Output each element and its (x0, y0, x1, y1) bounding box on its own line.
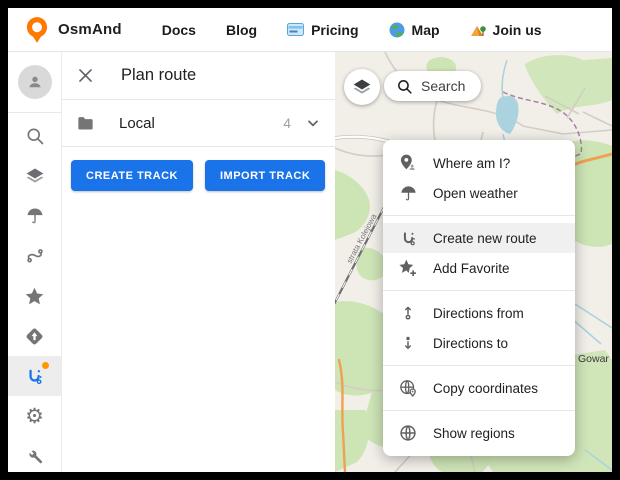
navigation-icon (24, 326, 45, 347)
osmand-web-app: OsmAnd Docs Blog Pricing (0, 0, 620, 480)
menu-item-label: Where am I? (433, 156, 510, 171)
nav-label: Pricing (311, 22, 358, 38)
nav-label: Map (412, 22, 440, 38)
sidebar-item-search[interactable] (8, 116, 61, 156)
sidebar-item-navigation[interactable] (8, 316, 61, 356)
weather-umbrella-icon (25, 206, 45, 226)
folder-count: 4 (283, 115, 291, 131)
brand-name[interactable]: OsmAnd (58, 21, 122, 38)
menu-item-label: Directions to (433, 336, 508, 351)
sidebar-item-favorites[interactable] (8, 276, 61, 316)
layers-icon (352, 77, 372, 97)
sidebar-item-settings[interactable]: ⚙ (8, 396, 61, 436)
nav-label: Blog (226, 22, 257, 38)
umbrella-icon (397, 184, 419, 203)
menu-item-copy-coordinates[interactable]: Copy coordinates (383, 373, 575, 403)
menu-item-directions-from[interactable]: Directions from (383, 298, 575, 328)
star-plus-icon (397, 258, 419, 278)
sidebar-item-tools[interactable] (8, 436, 61, 476)
chevron-down-icon[interactable] (305, 115, 321, 131)
page-title: Plan route (121, 66, 196, 85)
top-navbar: OsmAnd Docs Blog Pricing (8, 8, 612, 52)
credit-card-icon (287, 23, 304, 36)
directions-to-icon (397, 334, 419, 352)
panel-header: Plan route (62, 52, 335, 100)
camping-icon (470, 23, 486, 37)
left-sidebar: ⚙ (8, 52, 62, 472)
menu-item-label: Create new route (433, 231, 537, 246)
menu-item-open-weather[interactable]: Open weather (383, 178, 575, 208)
tools-wrench-icon (25, 447, 44, 466)
menu-divider (383, 215, 575, 216)
nav-item-docs[interactable]: Docs (162, 22, 196, 38)
directions-from-icon (397, 304, 419, 322)
menu-item-label: Show regions (433, 426, 515, 441)
sidebar-item-weather[interactable] (8, 196, 61, 236)
nav-links: Docs Blog Pricing Map (162, 22, 542, 38)
osmand-pin-icon (26, 16, 48, 44)
sidebar-item-tracks[interactable] (8, 236, 61, 276)
person-icon (26, 73, 44, 91)
create-track-button[interactable]: CREATE TRACK (71, 160, 193, 191)
map-context-menu: Where am I? Open weather (383, 140, 575, 456)
folder-name: Local (119, 115, 155, 132)
track-buttons: CREATE TRACK IMPORT TRACK (62, 147, 335, 191)
menu-item-label: Copy coordinates (433, 381, 538, 396)
search-icon (25, 126, 45, 146)
nav-item-map[interactable]: Map (389, 22, 440, 38)
place-label: Gowar (578, 353, 609, 365)
sidebar-items: ⚙ (8, 113, 61, 476)
menu-item-label: Directions from (433, 306, 524, 321)
menu-item-create-new-route[interactable]: Create new route (383, 223, 575, 253)
nav-item-blog[interactable]: Blog (226, 22, 257, 38)
nav-label: Docs (162, 22, 196, 38)
sidebar-item-plan-route[interactable] (8, 356, 61, 396)
close-icon[interactable] (76, 66, 95, 85)
map-layers-button[interactable] (344, 69, 380, 105)
menu-item-directions-to[interactable]: Directions to (383, 328, 575, 358)
person-pin-icon (397, 153, 419, 173)
globe-icon (389, 22, 405, 38)
search-label: Search (421, 78, 465, 94)
menu-item-label: Add Favorite (433, 261, 510, 276)
menu-divider (383, 365, 575, 366)
notification-dot (42, 362, 49, 369)
nav-label: Join us (493, 22, 542, 38)
menu-item-where-am-i[interactable]: Where am I? (383, 148, 575, 178)
menu-item-show-regions[interactable]: Show regions (383, 418, 575, 448)
menu-item-add-favorite[interactable]: Add Favorite (383, 253, 575, 283)
layers-icon (25, 166, 45, 186)
folder-icon (76, 114, 95, 133)
folder-row-local[interactable]: Local 4 (62, 100, 335, 147)
globe-pin-icon (397, 378, 419, 398)
map-search-button[interactable]: Search (384, 71, 481, 101)
sidebar-item-layers[interactable] (8, 156, 61, 196)
plan-route-icon (24, 366, 45, 387)
route-icon (397, 229, 419, 248)
import-track-button[interactable]: IMPORT TRACK (205, 160, 325, 191)
nav-item-join-us[interactable]: Join us (470, 22, 542, 38)
menu-divider (383, 290, 575, 291)
tracks-icon (25, 246, 45, 266)
account-avatar[interactable] (18, 65, 52, 99)
settings-gear-icon: ⚙ (25, 406, 44, 427)
globe-outline-icon (397, 423, 419, 443)
osmand-logo[interactable] (26, 16, 48, 44)
plan-route-panel: Plan route Local 4 CREATE TRACK IMPORT T… (62, 52, 335, 472)
menu-divider (383, 410, 575, 411)
nav-item-pricing[interactable]: Pricing (287, 22, 358, 38)
favorites-star-icon (24, 286, 45, 307)
search-icon (396, 78, 413, 95)
menu-item-label: Open weather (433, 186, 518, 201)
